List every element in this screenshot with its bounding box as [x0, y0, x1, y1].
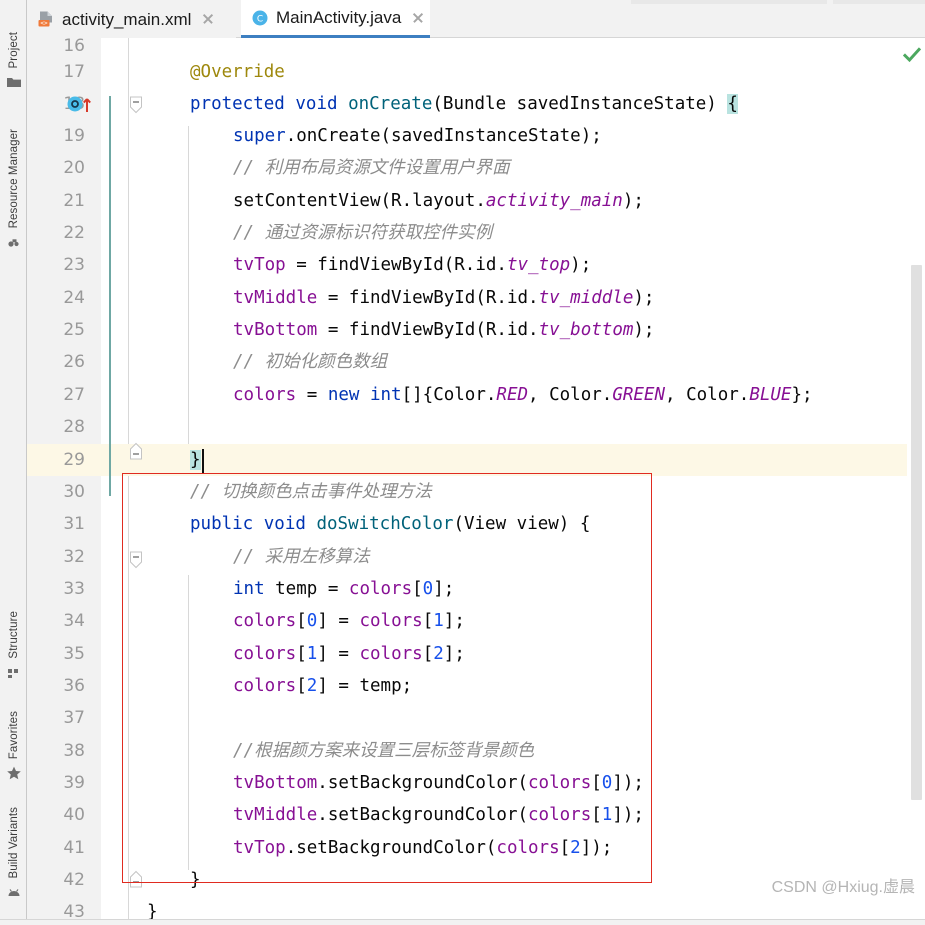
line-number: 27	[63, 385, 85, 405]
bottom-status-strip	[0, 919, 925, 925]
code-line-41: tvTop.setBackgroundColor(colors[2]);	[233, 838, 613, 858]
check-icon[interactable]	[902, 46, 922, 64]
watermark-text: CSDN @Hxiug.虚晨	[771, 879, 915, 896]
code-line-30: // 切换颜色点击事件处理方法	[190, 482, 432, 502]
line-number: 24	[63, 288, 85, 308]
line-number: 36	[63, 676, 85, 696]
folder-icon	[6, 74, 22, 90]
structure-icon	[6, 665, 22, 681]
code-line-36: colors[2] = temp;	[233, 676, 413, 696]
code-line-23: tvTop = findViewById(R.id.tv_top);	[233, 255, 592, 275]
line-number: 29	[63, 450, 85, 470]
line-number: 33	[63, 579, 85, 599]
code-line-38: //根据颜方案来设置三层标签背景颜色	[233, 741, 535, 761]
code-line-24: tvMiddle = findViewById(R.id.tv_middle);	[233, 288, 655, 308]
tab-activity-main-xml-label: activity_main.xml	[62, 9, 192, 29]
close-icon[interactable]	[411, 11, 425, 25]
inspection-gutter[interactable]	[902, 38, 925, 925]
tab-activity-main-xml[interactable]: <> activity_main.xml	[27, 0, 236, 38]
line-number: 26	[63, 352, 85, 372]
sidebar-item-project-label: Project	[7, 31, 20, 69]
line-number: 42	[63, 870, 85, 890]
code-line-22: // 通过资源标识符获取控件实例	[233, 223, 493, 243]
code-line-20: // 利用布局资源文件设置用户界面	[233, 158, 510, 178]
tool-window-strip-top: Project Resource Manager	[0, 4, 27, 252]
line-number: 35	[63, 644, 85, 664]
tool-window-strip-bottom: Structure Favorites Build Variants	[0, 585, 27, 903]
sidebar-item-build-variants-label: Build Variants	[7, 807, 20, 879]
line-number: 23	[63, 255, 85, 275]
code-folding-gutter[interactable]	[100, 38, 135, 925]
text-caret	[202, 449, 204, 473]
line-number: 30	[63, 482, 85, 502]
android-studio-window: Project Resource Manager Structure Favor…	[0, 0, 925, 925]
indent-guide	[188, 575, 189, 870]
caret-line-highlight	[27, 444, 925, 477]
gutter-divider	[128, 38, 129, 925]
android-icon	[6, 885, 22, 901]
line-number: 31	[63, 514, 85, 534]
java-class-icon: C	[251, 9, 269, 27]
window-chrome-sliver-left	[631, 0, 827, 4]
sidebar-item-favorites[interactable]: Favorites	[0, 683, 27, 783]
line-number: 28	[63, 417, 85, 437]
line-number: 25	[63, 320, 85, 340]
line-number: 40	[63, 805, 85, 825]
code-line-17: @Override	[190, 62, 285, 82]
sidebar-item-build-variants[interactable]: Build Variants	[0, 783, 27, 903]
svg-text:<>: <>	[40, 20, 48, 27]
indent-guide	[188, 126, 189, 444]
svg-text:C: C	[257, 14, 263, 24]
line-number: 21	[63, 191, 85, 211]
star-icon	[6, 765, 22, 781]
tool-window-strip: Project Resource Manager Structure Favor…	[0, 0, 27, 925]
code-line-32: // 采用左移算法	[233, 547, 370, 567]
sidebar-item-resource-manager-label: Resource Manager	[7, 128, 20, 228]
close-icon[interactable]	[201, 12, 215, 26]
code-line-35: colors[1] = colors[2];	[233, 644, 465, 664]
line-number: 20	[63, 158, 85, 178]
sidebar-item-project[interactable]: Project	[0, 4, 27, 92]
fold-icon-end-doswitchcolor[interactable]	[128, 870, 142, 888]
sidebar-item-structure-label: Structure	[7, 611, 20, 659]
line-number: 37	[63, 708, 85, 728]
code-line-42: }	[190, 870, 201, 890]
code-editor[interactable]: 16 17 18 19 20 21 22 23 24 25 26 27 28 2…	[27, 38, 925, 925]
code-line-39: tvBottom.setBackgroundColor(colors[0]);	[233, 773, 644, 793]
fold-icon-end-oncreate[interactable]	[128, 442, 142, 460]
code-line-18: protected void onCreate(Bundle savedInst…	[190, 94, 738, 114]
line-number: 19	[63, 126, 85, 146]
window-chrome-sliver-right	[833, 0, 925, 4]
code-line-27: colors = new int[]{Color.RED, Color.GREE…	[233, 385, 813, 405]
sidebar-item-resource-manager[interactable]: Resource Manager	[0, 92, 27, 252]
resource-manager-icon	[6, 234, 22, 250]
line-number: 17	[63, 62, 85, 82]
code-line-33: int temp = colors[0];	[233, 579, 455, 599]
code-line-40: tvMiddle.setBackgroundColor(colors[1]);	[233, 805, 644, 825]
tab-main-activity-java[interactable]: C MainActivity.java	[241, 0, 430, 38]
editor-scrollbar-thumb[interactable]	[911, 265, 922, 800]
code-line-26: // 初始化颜色数组	[233, 352, 388, 372]
code-line-29: }	[190, 450, 201, 470]
tab-main-activity-java-label: MainActivity.java	[276, 8, 402, 27]
code-line-21: setContentView(R.layout.activity_main);	[233, 191, 644, 211]
line-number: 22	[63, 223, 85, 243]
xml-layout-icon: <>	[37, 10, 55, 28]
line-number: 38	[63, 741, 85, 761]
fold-icon-collapse-doswitchcolor[interactable]	[128, 551, 142, 569]
gutter-override-icon[interactable]	[67, 94, 97, 114]
editor-tab-bar: <> activity_main.xml C MainActivity.java	[27, 0, 925, 38]
line-number: 39	[63, 773, 85, 793]
code-line-31: public void doSwitchColor(View view) {	[190, 514, 591, 534]
code-line-34: colors[0] = colors[1];	[233, 611, 465, 631]
sidebar-item-favorites-label: Favorites	[7, 710, 20, 759]
sidebar-item-structure[interactable]: Structure	[0, 585, 27, 683]
fold-icon-collapse-oncreate[interactable]	[128, 96, 142, 114]
method-scope-bar	[109, 96, 111, 496]
code-line-19: super.onCreate(savedInstanceState);	[233, 126, 602, 146]
line-number: 34	[63, 611, 85, 631]
line-number: 32	[63, 547, 85, 567]
code-line-25: tvBottom = findViewById(R.id.tv_bottom);	[233, 320, 655, 340]
line-number: 41	[63, 838, 85, 858]
